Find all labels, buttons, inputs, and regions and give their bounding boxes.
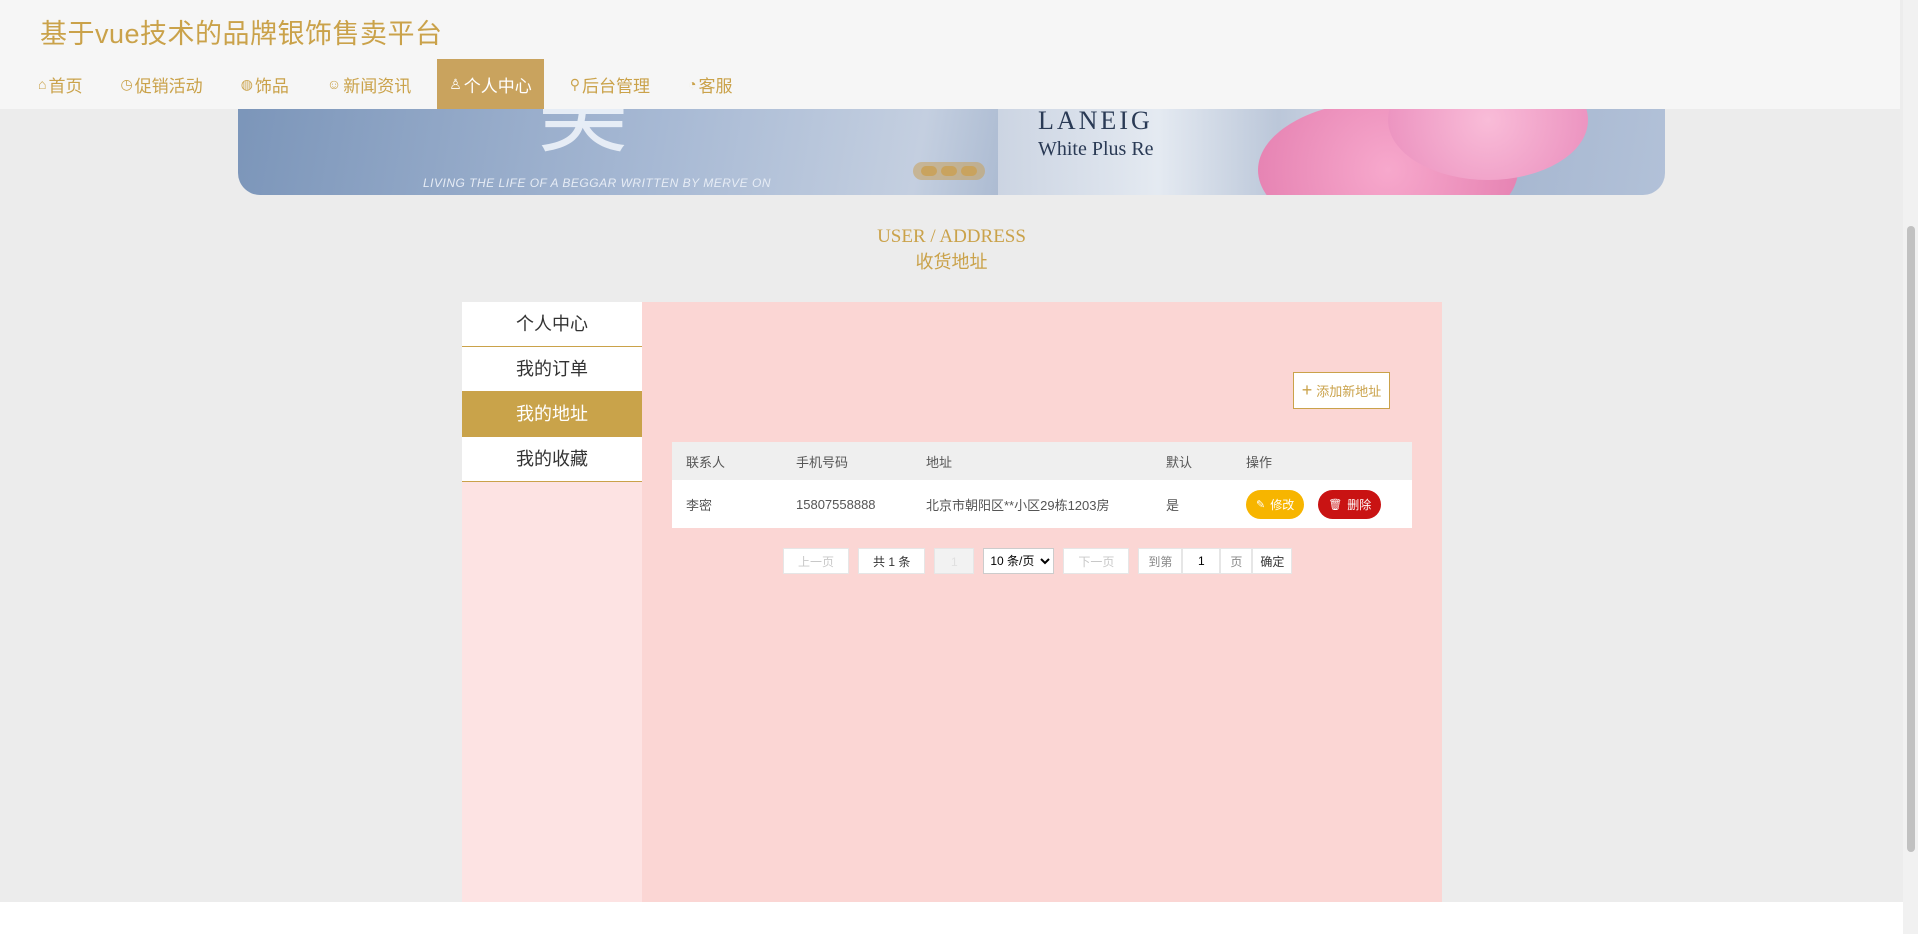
link-icon: ⚲ bbox=[569, 75, 581, 92]
trash-icon: 🗑 bbox=[1328, 498, 1343, 511]
section-title-en: USER / ADDRESS bbox=[877, 226, 1026, 247]
carousel-dot[interactable] bbox=[941, 166, 957, 176]
nav-label: 饰品 bbox=[254, 76, 289, 96]
total-count: 共 1 条 bbox=[858, 548, 926, 574]
nav-label: 个人中心 bbox=[463, 76, 532, 96]
service-icon: ◔ bbox=[688, 76, 697, 92]
col-header-phone: 手机号码 bbox=[796, 454, 849, 470]
prev-page-button[interactable]: 上一页 bbox=[783, 548, 850, 574]
main-nav: ⌂ 首页 ◷ 促销活动 ◍ 饰品 ☺ 新闻资讯 ♙ 个人中心 ⚲ 后台管理 ◔ 客服 bbox=[26, 59, 759, 109]
address-table: 联系人 手机号码 地址 默认 操作 李密 15807558888 北京市朝阳区*… bbox=[672, 442, 1412, 528]
add-address-button[interactable]: + 添加新地址 bbox=[1293, 372, 1390, 409]
section-title-cn: 收货地址 bbox=[915, 252, 988, 272]
pencil-icon: ✎ bbox=[1256, 498, 1266, 511]
site-title: 基于vue技术的品牌银饰售卖平台 bbox=[40, 19, 443, 49]
table-header: 联系人 手机号码 地址 默认 操作 bbox=[672, 442, 1412, 480]
goto-label: 到第 bbox=[1138, 548, 1183, 574]
nav-item-promotions[interactable]: ◷ 促销活动 bbox=[108, 59, 214, 109]
table-row: 李密 15807558888 北京市朝阳区**小区29栋1203房 是 ✎ 修改… bbox=[672, 480, 1412, 528]
side-item-user-center[interactable]: 个人中心 bbox=[462, 302, 642, 347]
current-page[interactable]: 1 bbox=[934, 548, 975, 574]
nav-item-admin[interactable]: ⚲ 后台管理 bbox=[558, 59, 662, 109]
top-header: 基于vue技术的品牌银饰售卖平台 ⌂ 首页 ◷ 促销活动 ◍ 饰品 ☺ 新闻资讯 ♙ 个人… bbox=[0, 0, 1900, 109]
edit-button[interactable]: ✎ 修改 bbox=[1246, 489, 1305, 519]
carousel-indicators bbox=[913, 162, 985, 180]
col-header-default: 默认 bbox=[1166, 454, 1193, 470]
nav-label: 促销活动 bbox=[134, 76, 203, 96]
goto-page-input[interactable] bbox=[1182, 548, 1221, 574]
col-header-address: 地址 bbox=[926, 454, 953, 470]
address-panel: + 添加新地址 联系人 手机号码 地址 默认 操作 李密 15807558888… bbox=[642, 302, 1442, 902]
nav-item-news[interactable]: ☺ 新闻资讯 bbox=[315, 59, 423, 109]
page-footer bbox=[0, 902, 1903, 934]
banner-brand: LANEIG bbox=[1038, 106, 1153, 135]
nav-item-jewelry[interactable]: ◍ 饰品 bbox=[229, 59, 301, 109]
side-item-orders[interactable]: 我的订单 bbox=[462, 347, 642, 392]
scrollbar-thumb[interactable] bbox=[1907, 226, 1915, 852]
nav-item-user-center[interactable]: ♙ 个人中心 bbox=[437, 59, 544, 109]
carousel-dot[interactable] bbox=[961, 166, 977, 176]
nav-label: 后台管理 bbox=[582, 76, 651, 96]
side-item-favorites[interactable]: 我的收藏 bbox=[462, 437, 642, 482]
carousel-dot[interactable] bbox=[921, 166, 937, 176]
pagination: 上一页 共 1 条 1 10 条/页 下一页 到第 页 确定 bbox=[783, 548, 1293, 574]
page-size-select[interactable]: 10 条/页 bbox=[983, 548, 1055, 574]
add-address-label: 添加新地址 bbox=[1316, 384, 1382, 399]
cell-phone: 15807558888 bbox=[796, 496, 876, 512]
user-icon: ♙ bbox=[449, 75, 462, 92]
globe-icon: ◍ bbox=[240, 75, 253, 92]
banner-tagline: LIVING THE LIFE OF A BEGGAR WRITTEN BY M… bbox=[423, 176, 772, 190]
nav-label: 客服 bbox=[698, 76, 733, 96]
nav-item-service[interactable]: ◔ 客服 bbox=[676, 59, 744, 109]
goto-confirm-button[interactable]: 确定 bbox=[1252, 548, 1293, 574]
home-icon: ⌂ bbox=[38, 76, 47, 92]
delete-button[interactable]: 🗑 删除 bbox=[1318, 489, 1382, 519]
edit-label: 修改 bbox=[1270, 497, 1295, 512]
next-page-button[interactable]: 下一页 bbox=[1063, 548, 1130, 574]
cell-default: 是 bbox=[1166, 497, 1180, 513]
col-header-contact: 联系人 bbox=[686, 454, 726, 470]
vertical-scrollbar[interactable] bbox=[1903, 0, 1918, 934]
banner-brand-sub: White Plus Re bbox=[1038, 138, 1154, 160]
cell-contact: 李密 bbox=[686, 497, 713, 513]
nav-label: 首页 bbox=[48, 76, 83, 96]
clock-icon: ◷ bbox=[120, 75, 133, 92]
cell-actions: ✎ 修改 🗑 删除 bbox=[1232, 489, 1412, 519]
nav-label: 新闻资讯 bbox=[343, 76, 412, 96]
plus-icon: + bbox=[1301, 380, 1313, 400]
cell-address: 北京市朝阳区**小区29栋1203房 bbox=[926, 497, 1110, 513]
nav-item-home[interactable]: ⌂ 首页 bbox=[26, 59, 94, 109]
delete-label: 删除 bbox=[1347, 497, 1372, 512]
news-icon: ☺ bbox=[326, 76, 342, 92]
page-unit-label: 页 bbox=[1220, 548, 1253, 574]
col-header-actions: 操作 bbox=[1246, 454, 1273, 470]
side-item-addresses[interactable]: 我的地址 bbox=[462, 392, 642, 437]
side-menu: 个人中心 我的订单 我的地址 我的收藏 bbox=[462, 302, 642, 902]
